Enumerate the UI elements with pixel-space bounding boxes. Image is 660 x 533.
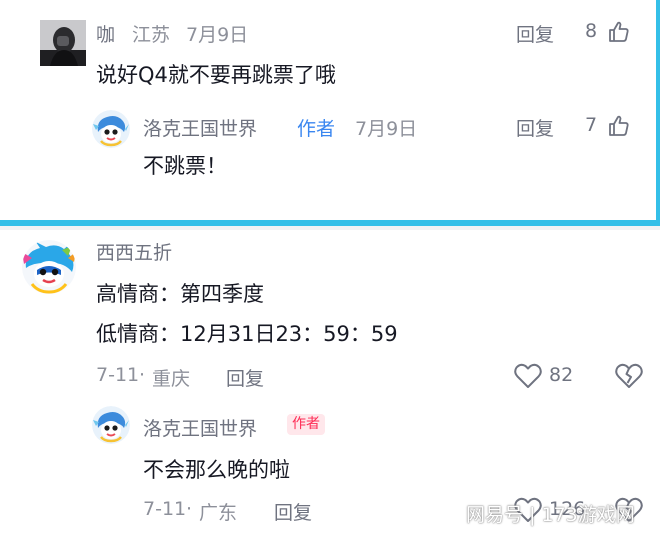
like-count: 7 bbox=[585, 114, 598, 136]
comment-date: 7月9日 bbox=[186, 24, 249, 46]
reply-text: 不跳票！ bbox=[143, 154, 227, 178]
meta-separator: · bbox=[186, 498, 193, 520]
comment-screenshot-composite: 咖 江苏 7月9日 回复 8 说好Q4就不要再跳票了哦 洛克王国世界 作者 7月… bbox=[0, 0, 660, 533]
comment-location: 江苏 bbox=[132, 24, 171, 46]
top-comment-panel: 咖 江苏 7月9日 回复 8 说好Q4就不要再跳票了哦 洛克王国世界 作者 7月… bbox=[0, 0, 660, 226]
reply-button[interactable]: 回复 bbox=[274, 498, 312, 525]
comment-text-line2: 低情商：12月31日23：59：59 bbox=[96, 322, 398, 346]
reply-location: 广东 bbox=[199, 502, 238, 524]
reply-date: 7-11 bbox=[143, 498, 187, 520]
reply-username[interactable]: 洛克王国世界 bbox=[143, 114, 257, 141]
author-tag: 作者 bbox=[287, 414, 325, 435]
reply-username[interactable]: 洛克王国世界 bbox=[143, 414, 257, 441]
comment-text-line1: 高情商：第四季度 bbox=[96, 282, 264, 306]
meta-separator: · bbox=[139, 364, 146, 386]
person-photo-avatar-icon bbox=[40, 20, 86, 66]
user-avatar[interactable] bbox=[22, 240, 76, 294]
mascot-avatar-icon bbox=[92, 406, 130, 444]
author-tag: 作者 bbox=[297, 118, 336, 140]
like-count: 8 bbox=[585, 20, 598, 42]
comment-username[interactable]: 西西五折 bbox=[96, 238, 172, 265]
mascot-avatar-icon bbox=[92, 110, 130, 148]
reply-avatar[interactable] bbox=[92, 406, 130, 444]
reply-text: 不会那么晚的啦 bbox=[143, 458, 290, 482]
user-avatar[interactable] bbox=[40, 20, 86, 66]
reply-date: 7月9日 bbox=[355, 118, 418, 140]
source-watermark: 网易号 | 173游戏网 bbox=[466, 504, 635, 526]
heart-icon[interactable] bbox=[514, 363, 542, 389]
comment-date: 7-11 bbox=[96, 364, 140, 386]
like-count: 82 bbox=[549, 364, 574, 386]
comment-location: 重庆 bbox=[152, 368, 191, 390]
comment-username[interactable]: 咖 bbox=[96, 20, 115, 47]
reply-avatar[interactable] bbox=[92, 110, 130, 148]
thumbs-up-icon[interactable] bbox=[607, 20, 631, 44]
bottom-comment-panel: 西西五折 高情商：第四季度 低情商：12月31日23：59：59 7-11 · … bbox=[0, 230, 660, 533]
comment-text: 说好Q4就不要再跳票了哦 bbox=[96, 63, 336, 87]
reply-button[interactable]: 回复 bbox=[516, 114, 554, 141]
thumbs-up-icon[interactable] bbox=[607, 114, 631, 138]
reply-button[interactable]: 回复 bbox=[226, 364, 264, 391]
mascot-avatar-colorful-icon bbox=[22, 240, 76, 294]
broken-heart-icon[interactable] bbox=[615, 363, 643, 389]
reply-button[interactable]: 回复 bbox=[516, 20, 554, 47]
